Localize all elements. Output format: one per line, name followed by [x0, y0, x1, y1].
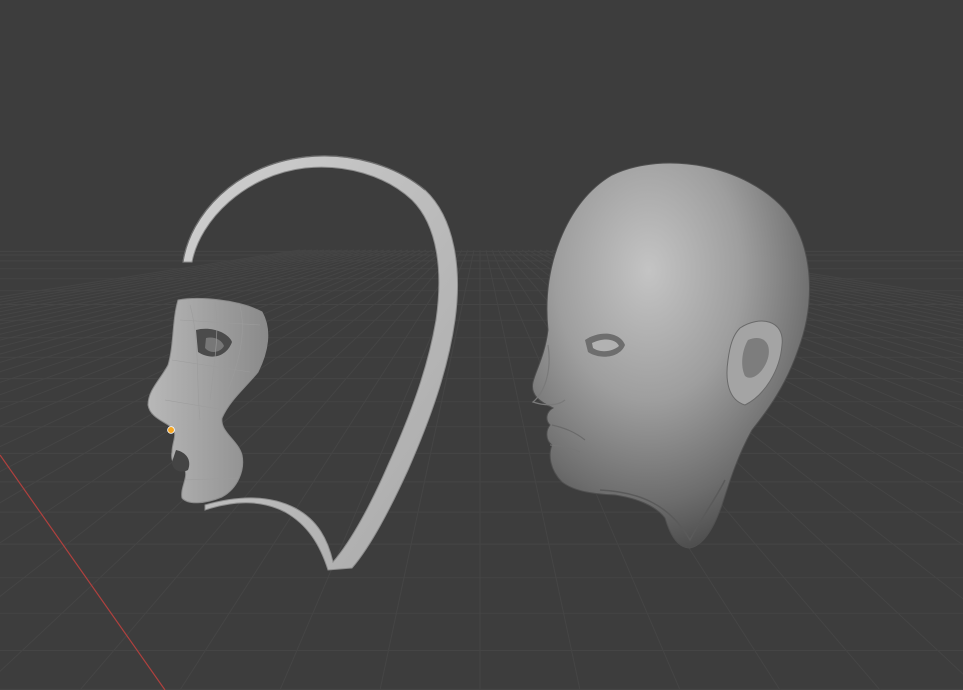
grid-line: [0, 249, 313, 303]
x-axis-line: [0, 454, 166, 690]
selected-vertex[interactable]: [167, 426, 175, 434]
floor-grid: [0, 249, 963, 690]
3d-viewport[interactable]: [0, 0, 963, 690]
grid-line: [0, 249, 343, 321]
sculpted-head[interactable]: [531, 162, 810, 549]
grid-line: [0, 249, 331, 313]
viewport-canvas[interactable]: [0, 0, 963, 690]
grid-line: [0, 249, 349, 325]
partial-head-mesh[interactable]: [147, 155, 458, 571]
